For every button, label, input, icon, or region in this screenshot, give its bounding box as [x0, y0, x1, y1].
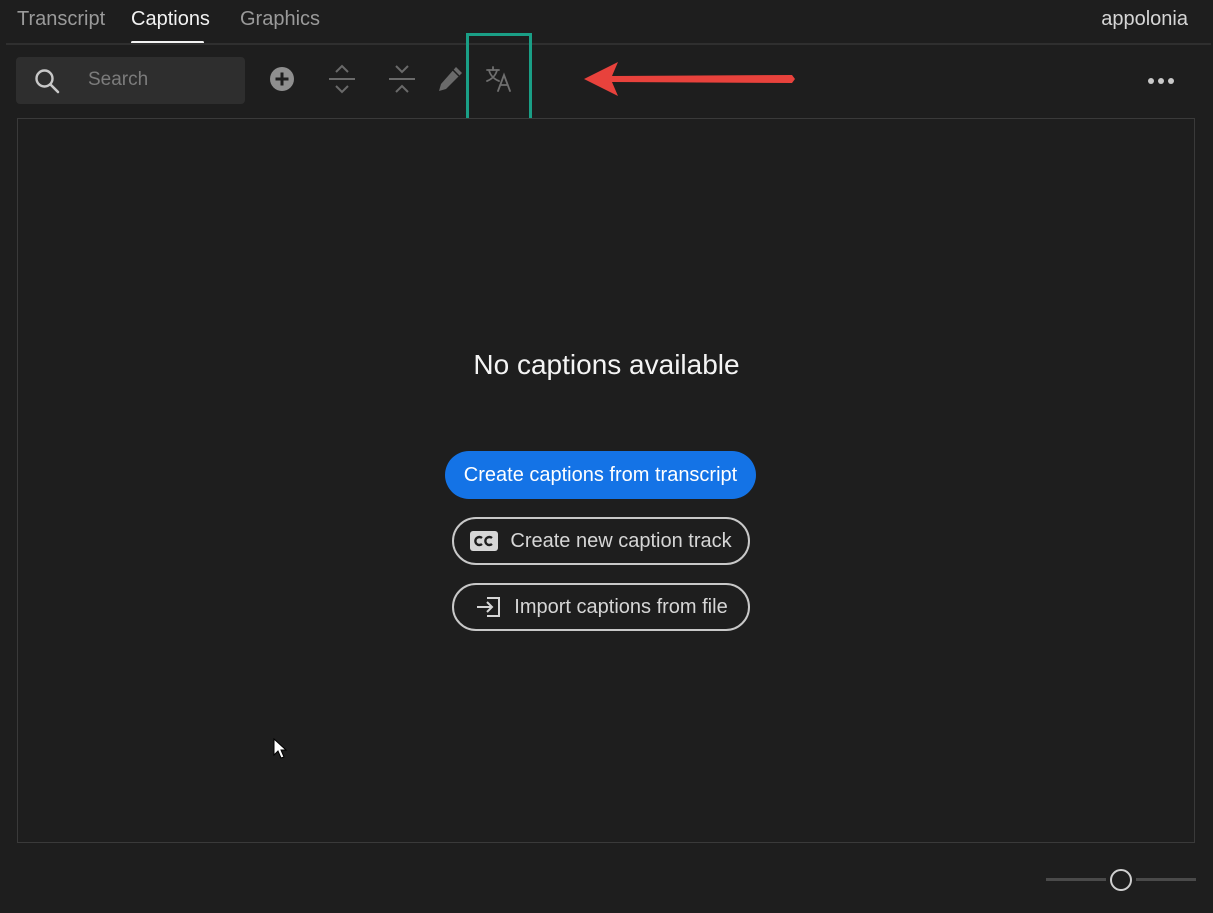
arrow-annotation-icon [582, 60, 798, 98]
empty-state-title: No captions available [473, 349, 740, 380]
create-new-caption-track-label: Create new caption track [510, 529, 732, 552]
slider-track-left [1046, 878, 1106, 881]
edit-pencil-icon [436, 65, 464, 98]
import-icon [474, 596, 502, 618]
import-captions-button[interactable]: Import captions from file [452, 583, 750, 631]
create-captions-from-transcript-button[interactable]: Create captions from transcript [445, 451, 756, 499]
import-captions-label: Import captions from file [514, 595, 728, 618]
tab-captions[interactable]: Captions [131, 8, 210, 31]
search-box[interactable] [16, 57, 245, 104]
tab-graphics[interactable]: Graphics [240, 8, 320, 31]
cc-icon [470, 530, 499, 552]
more-options-icon [1147, 72, 1175, 90]
translate-icon [485, 65, 513, 98]
add-caption-icon [269, 66, 295, 97]
captions-panel: Transcript Captions Graphics appolonia S… [0, 0, 1213, 913]
tab-bar: Transcript Captions Graphics appolonia [0, 0, 1213, 44]
add-caption-button[interactable] [265, 64, 299, 98]
zoom-slider[interactable] [1046, 866, 1196, 894]
slider-track-right [1136, 878, 1196, 881]
merge-caption-icon [388, 64, 416, 99]
edit-caption-button[interactable] [433, 64, 467, 98]
translate-button[interactable] [482, 64, 516, 98]
split-caption-icon [328, 64, 356, 99]
create-new-caption-track-button[interactable]: Create new caption track [452, 517, 750, 565]
tab-divider [6, 43, 1211, 45]
search-icon [34, 68, 60, 94]
tab-transcript[interactable]: Transcript [17, 8, 105, 31]
username: appolonia [1101, 8, 1188, 30]
search-input[interactable] [88, 67, 233, 93]
merge-caption-button[interactable] [385, 64, 419, 98]
more-options-button[interactable] [1140, 66, 1182, 96]
slider-thumb[interactable] [1110, 869, 1132, 891]
split-caption-button[interactable] [325, 64, 359, 98]
